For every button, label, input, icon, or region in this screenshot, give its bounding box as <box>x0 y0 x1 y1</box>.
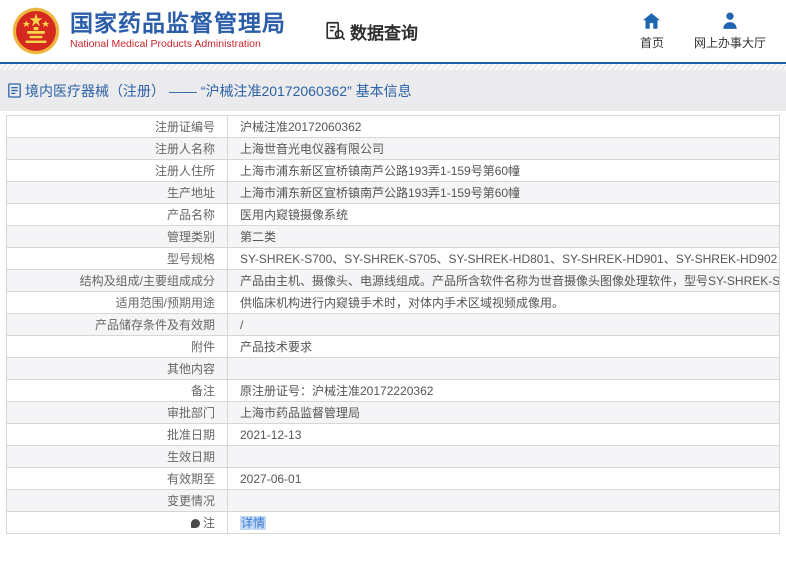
table-row: 注册人住所 上海市浦东新区宣桥镇南芦公路193弄1-159号第60幢 <box>6 159 780 182</box>
row-label: 注 <box>6 511 228 534</box>
site-header: 国家药品监督管理局 National Medical Products Admi… <box>0 0 786 64</box>
row-label: 审批部门 <box>6 401 228 424</box>
row-label: 型号规格 <box>6 247 228 270</box>
row-label: 注册人住所 <box>6 159 228 182</box>
row-value: 第二类 <box>227 225 780 248</box>
row-label: 生产地址 <box>6 181 228 204</box>
row-label: 生效日期 <box>6 445 228 468</box>
row-label: 附件 <box>6 335 228 358</box>
row-value: 产品由主机、摄像头、电源线组成。产品所含软件名称为世音摄像头图像处理软件，型号S… <box>227 269 780 292</box>
data-query-tab[interactable]: 数据查询 <box>324 19 418 44</box>
table-row: 产品储存条件及有效期 / <box>6 313 780 336</box>
row-label: 备注 <box>6 379 228 402</box>
table-row: 审批部门 上海市药品监督管理局 <box>6 401 780 424</box>
row-value: 上海世音光电仪器有限公司 <box>227 137 780 160</box>
org-name-cn: 国家药品监督管理局 <box>70 10 286 37</box>
nav-home[interactable]: 首页 <box>640 12 664 51</box>
table-row: 适用范围/预期用途 供临床机构进行内窥镜手术时，对体内手术区域视频成像用。 <box>6 291 780 314</box>
row-value: 沪械注准20172060362 <box>227 115 780 138</box>
table-row: 备注 原注册证号：沪械注准20172220362 <box>6 379 780 402</box>
row-label: 有效期至 <box>6 467 228 490</box>
table-row: 其他内容 <box>6 357 780 380</box>
national-emblem-logo <box>12 7 60 55</box>
row-value: 产品技术要求 <box>227 335 780 358</box>
document-icon <box>8 83 21 98</box>
doc-search-icon <box>326 21 346 41</box>
row-label: 产品名称 <box>6 203 228 226</box>
table-row: 批准日期 2021-12-13 <box>6 423 780 446</box>
registration-info-table-wrap: 注册证编号 沪械注准20172060362 注册人名称 上海世音光电仪器有限公司 注册人… <box>6 115 780 534</box>
row-label: 其他内容 <box>6 357 228 380</box>
row-label: 管理类别 <box>6 225 228 248</box>
table-row: 注册证编号 沪械注准20172060362 <box>6 115 780 138</box>
row-value: 2021-12-13 <box>227 423 780 446</box>
detail-link[interactable]: 详情 <box>240 516 267 530</box>
row-value <box>227 357 780 380</box>
row-value: 上海市药品监督管理局 <box>227 401 780 424</box>
row-value: 供临床机构进行内窥镜手术时，对体内手术区域视频成像用。 <box>227 291 780 314</box>
row-label: 注册人名称 <box>6 137 228 160</box>
table-row: 产品名称 医用内窥镜摄像系统 <box>6 203 780 226</box>
table-row: 生产地址 上海市浦东新区宣桥镇南芦公路193弄1-159号第60幢 <box>6 181 780 204</box>
row-value: / <box>227 313 780 336</box>
table-row: 附件 产品技术要求 <box>6 335 780 358</box>
person-icon <box>722 12 738 29</box>
registration-info-table: 注册证编号 沪械注准20172060362 注册人名称 上海世音光电仪器有限公司 注册人… <box>6 115 780 534</box>
table-row: 结构及组成/主要组成成分 产品由主机、摄像头、电源线组成。产品所含软件名称为世音摄… <box>6 269 780 292</box>
row-value: 2027-06-01 <box>227 467 780 490</box>
table-row: 有效期至 2027-06-01 <box>6 467 780 490</box>
header-nav: 首页 网上办事大厅 <box>640 12 772 51</box>
table-row: 注详情 <box>6 511 780 534</box>
breadcrumb-text: 境内医疗器械（注册） —— “沪械注准20172060362” 基本信息 <box>25 82 412 99</box>
row-value <box>227 445 780 468</box>
row-label: 产品储存条件及有效期 <box>6 313 228 336</box>
row-value: 原注册证号：沪械注准20172220362 <box>227 379 780 402</box>
row-label: 批准日期 <box>6 423 228 446</box>
table-row: 注册人名称 上海世音光电仪器有限公司 <box>6 137 780 160</box>
row-value: SY-SHREK-S700、SY-SHREK-S705、SY-SHREK-HD8… <box>227 247 780 270</box>
table-row: 型号规格 SY-SHREK-S700、SY-SHREK-S705、SY-SHREK… <box>6 247 780 270</box>
table-row: 生效日期 <box>6 445 780 468</box>
home-icon <box>643 12 661 29</box>
org-names: 国家药品监督管理局 National Medical Products Admi… <box>70 10 286 51</box>
nav-service-hall-label: 网上办事大厅 <box>693 35 766 50</box>
row-label: 结构及组成/主要组成成分 <box>6 269 228 292</box>
org-name-en: National Medical Products Administration <box>70 38 261 51</box>
row-value: 详情 <box>227 511 780 534</box>
row-label: 适用范围/预期用途 <box>6 291 228 314</box>
row-value: 上海市浦东新区宣桥镇南芦公路193弄1-159号第60幢 <box>227 181 780 204</box>
data-query-label: 数据查询 <box>350 23 418 43</box>
row-value <box>227 489 780 512</box>
row-value: 医用内窥镜摄像系统 <box>227 203 780 226</box>
nav-home-label: 首页 <box>639 35 664 50</box>
row-label: 注册证编号 <box>6 115 228 138</box>
breadcrumb-bar: 境内医疗器械（注册） —— “沪械注准20172060362” 基本信息 <box>0 70 786 111</box>
note-pin-icon <box>190 519 200 528</box>
row-label: 变更情况 <box>6 489 228 512</box>
table-row: 变更情况 <box>6 489 780 512</box>
row-value: 上海市浦东新区宣桥镇南芦公路193弄1-159号第60幢 <box>227 159 780 182</box>
breadcrumb: 境内医疗器械（注册） —— “沪械注准20172060362” 基本信息 <box>8 81 412 101</box>
table-row: 管理类别 第二类 <box>6 225 780 248</box>
nav-service-hall[interactable]: 网上办事大厅 <box>694 12 766 51</box>
info-table-body: 注册证编号 沪械注准20172060362 注册人名称 上海世音光电仪器有限公司 注册人… <box>6 115 780 534</box>
